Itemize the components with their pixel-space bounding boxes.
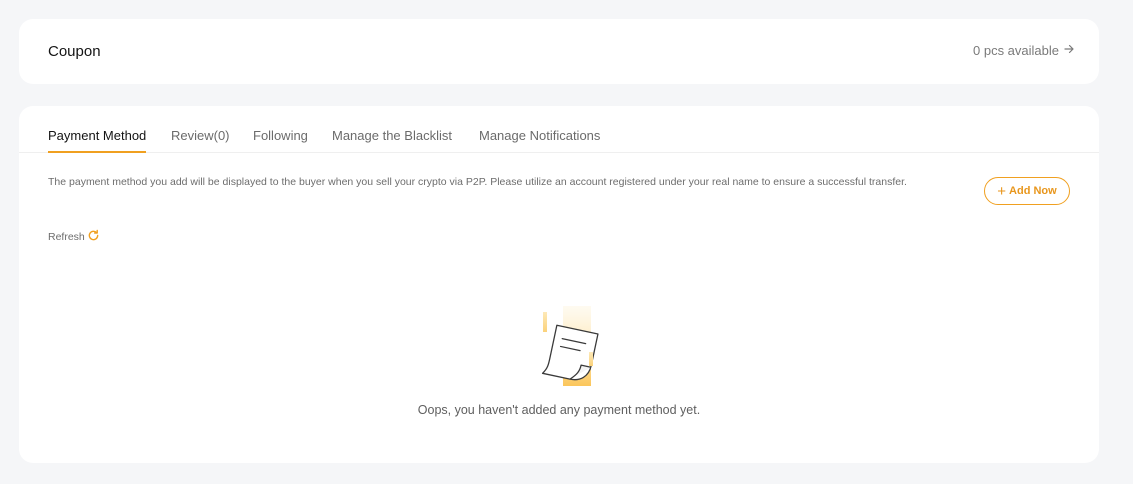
empty-state-message: Oops, you haven't added any payment meth…	[417, 403, 701, 417]
tab-following[interactable]: Following	[253, 128, 308, 151]
tab-bar: Payment Method Review(0) Following Manag…	[19, 106, 1099, 153]
coupon-title: Coupon	[48, 43, 101, 60]
tab-manage-notifications[interactable]: Manage Notifications	[479, 128, 600, 151]
tab-manage-blacklist[interactable]: Manage the Blacklist	[332, 128, 452, 151]
tab-payment-method[interactable]: Payment Method	[48, 128, 147, 153]
add-now-label: Add Now	[1009, 185, 1057, 197]
coupon-card: Coupon 0 pcs available	[19, 19, 1099, 84]
refresh-button[interactable]: Refresh	[48, 229, 100, 245]
empty-document-icon	[525, 302, 612, 388]
decor-bar	[589, 352, 593, 366]
coupon-available-link[interactable]: 0 pcs available	[973, 43, 1075, 58]
coupon-available-label: 0 pcs available	[973, 43, 1059, 58]
add-now-button[interactable]: + Add Now	[984, 177, 1070, 205]
tab-review[interactable]: Review(0)	[171, 128, 230, 151]
refresh-icon	[87, 229, 100, 245]
arrow-right-icon	[1063, 43, 1075, 58]
payment-notice: The payment method you add will be displ…	[48, 176, 907, 188]
refresh-label: Refresh	[48, 231, 85, 243]
payment-card: Payment Method Review(0) Following Manag…	[19, 106, 1099, 463]
plus-icon: +	[997, 182, 1007, 200]
